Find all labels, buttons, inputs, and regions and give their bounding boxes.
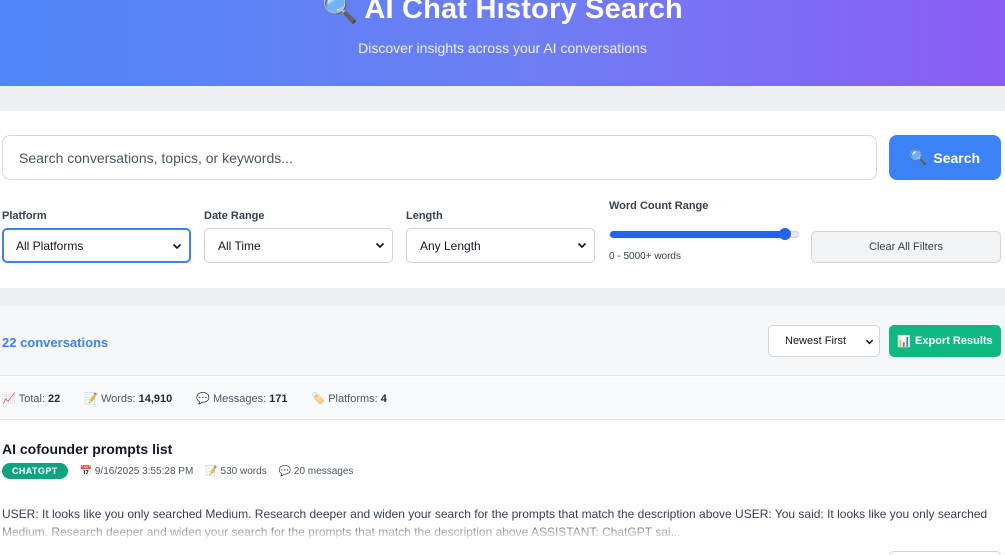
word-count-slider-thumb[interactable] <box>778 228 791 240</box>
search-magnifier-icon: 🔍 <box>322 0 359 25</box>
page-title-text: AI Chat History Search <box>364 0 683 25</box>
conversation-messages-text: 20 messages <box>293 465 354 477</box>
conversation-action-button[interactable] <box>889 551 1001 555</box>
page-subtitle: Discover insights across your AI convers… <box>358 40 647 56</box>
conversation-card[interactable]: AI cofounder prompts list CHATGPT 📅 9/16… <box>0 421 1005 555</box>
snippet-fade-overlay <box>0 521 1005 555</box>
calendar-icon: 📅 <box>79 465 93 477</box>
label-tag-icon: 🏷️ <box>311 392 326 405</box>
stats-bar: 📈 Total: 22 📝 Words: 14,910 💬 Messages: 171 🏷️… <box>0 377 1005 420</box>
export-results-label: Export Results <box>915 335 993 347</box>
date-range-select[interactable]: All Time <box>204 228 393 263</box>
stat-label: Messages: <box>212 392 267 405</box>
stat-value: 171 <box>269 392 288 405</box>
platform-badge: CHATGPT <box>2 463 68 479</box>
stat-words: 📝 Words: 14,910 <box>84 392 172 405</box>
stat-label: Total: <box>18 392 45 405</box>
results-count: 22 conversations <box>2 335 109 350</box>
chevron-down-icon <box>172 243 182 250</box>
conversation-date: 📅 9/16/2025 3:55:28 PM <box>80 466 194 477</box>
bar-chart-icon: 📊 <box>897 335 912 348</box>
word-count-filter-label: Word Count Range <box>609 200 709 212</box>
conversation-date-text: 9/16/2025 3:55:28 PM <box>94 465 194 477</box>
page-header: 🔍 AI Chat History Search Discover insight… <box>0 0 1005 86</box>
stat-total: 📈 Total: 22 <box>2 392 60 405</box>
conversation-words-text: 530 words <box>220 465 267 477</box>
length-select[interactable]: Any Length <box>406 228 595 263</box>
conversation-title[interactable]: AI cofounder prompts list <box>2 441 172 457</box>
stat-value: 4 <box>380 392 387 405</box>
search-button-label: Search <box>933 149 981 166</box>
stat-label: Words: <box>100 392 136 405</box>
clear-all-filters-button[interactable]: Clear All Filters <box>811 231 1001 263</box>
search-button[interactable]: 🔍 Search <box>889 135 1001 180</box>
stat-value: 22 <box>48 392 61 405</box>
length-select-value: Any Length <box>420 238 481 253</box>
sort-select[interactable]: Newest First <box>768 325 880 357</box>
stat-value: 14,910 <box>138 392 173 405</box>
export-results-button[interactable]: 📊 Export Results <box>889 325 1001 357</box>
memo-icon: 📝 <box>84 392 98 405</box>
results-header: 22 conversations Newest First 📊 Export R… <box>0 306 1005 376</box>
stat-platforms: 🏷️ Platforms: 4 <box>312 392 387 405</box>
page-title: 🔍 AI Chat History Search <box>0 0 1005 26</box>
results-panel: 22 conversations Newest First 📊 Export R… <box>0 306 1005 555</box>
magnifier-icon: 🔍 <box>909 149 928 165</box>
word-count-range-text: 0 - 5000+ words <box>609 251 681 262</box>
speech-bubble-icon: 💬 <box>278 465 292 477</box>
conversation-messages: 💬 20 messages <box>279 466 354 477</box>
chart-increasing-icon: 📈 <box>2 392 16 405</box>
chevron-down-icon <box>375 242 385 249</box>
memo-icon: 📝 <box>205 465 218 477</box>
search-filter-panel: Search conversations, topics, or keyword… <box>0 111 1005 288</box>
stat-messages: 💬 Messages: 171 <box>196 392 287 405</box>
search-input[interactable]: Search conversations, topics, or keyword… <box>2 135 877 180</box>
sort-select-value: Newest First <box>785 335 847 347</box>
search-input-placeholder: Search conversations, topics, or keyword… <box>19 149 293 166</box>
word-count-slider[interactable] <box>609 228 799 240</box>
stat-label: Platforms: <box>328 392 378 405</box>
chevron-down-icon <box>577 242 587 249</box>
speech-bubble-icon: 💬 <box>196 392 210 405</box>
conversation-words: 📝 530 words <box>205 466 266 477</box>
platform-filter-label: Platform <box>2 210 47 222</box>
date-range-filter-label: Date Range <box>204 210 265 222</box>
length-filter-label: Length <box>406 210 443 222</box>
date-range-select-value: All Time <box>218 238 261 253</box>
platform-select[interactable]: All Platforms <box>2 228 191 263</box>
chevron-down-icon <box>865 339 874 345</box>
word-count-slider-fill <box>610 231 785 238</box>
platform-select-value: All Platforms <box>16 238 84 253</box>
conversation-meta: CHATGPT 📅 9/16/2025 3:55:28 PM 📝 530 wor… <box>2 463 353 479</box>
